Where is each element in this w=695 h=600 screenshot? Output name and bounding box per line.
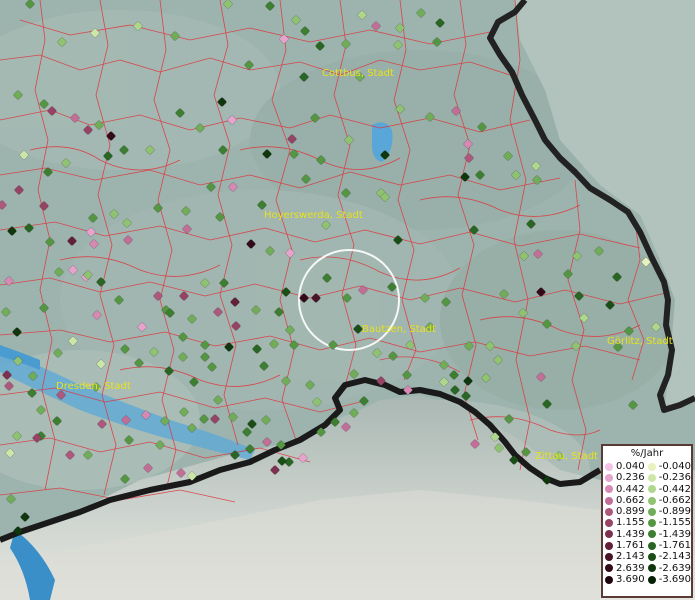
- legend-row: -1.761: [647, 540, 691, 552]
- legend-row: 0.662: [605, 495, 646, 506]
- legend-row: 0.899: [605, 506, 646, 517]
- legend-label: 2.143: [616, 551, 645, 563]
- legend-row: 0.040: [605, 461, 646, 472]
- legend-positive-column: 0.040 0.236 0.442 0.662 0.899 1.155 1.439 1.761…: [603, 461, 646, 585]
- legend-swatch: [647, 473, 656, 482]
- legend-label: 0.662: [616, 494, 645, 506]
- legend-row: -2.639: [647, 562, 691, 574]
- city-label-goerlitz: Görlitz, Stadt: [607, 336, 673, 347]
- legend-label: -3.690: [658, 573, 691, 585]
- legend-swatch: [647, 575, 656, 584]
- legend-row: 0.442: [605, 484, 646, 495]
- legend-row: -0.899: [647, 506, 691, 518]
- legend-label: -0.442: [658, 483, 691, 495]
- legend-swatch: [647, 541, 656, 550]
- legend-row: -3.690: [647, 573, 691, 585]
- city-label-dresden: Dresden, Stadt: [56, 381, 131, 392]
- legend-swatch: [647, 564, 656, 573]
- legend-label: 3.690: [616, 573, 645, 585]
- legend-row: -0.236: [647, 472, 691, 484]
- legend-label: 1.761: [616, 540, 645, 552]
- legend-swatch: [605, 541, 613, 550]
- city-label-bautzen: Bautzen, Stadt: [362, 324, 436, 335]
- legend-label: -0.040: [658, 461, 691, 472]
- legend-swatch: [647, 553, 656, 562]
- legend-label: -0.899: [658, 506, 691, 518]
- legend-label: 1.439: [616, 528, 645, 540]
- legend-label: -0.662: [658, 494, 691, 506]
- legend-negative-column: -0.040 -0.236 -0.442 -0.662 -0.899 -1.155 -1.4…: [646, 461, 691, 585]
- legend-swatch: [647, 507, 656, 516]
- legend-row: -0.662: [647, 494, 691, 506]
- legend-row: 1.761: [605, 540, 646, 551]
- legend-swatch: [605, 496, 613, 505]
- legend-label: 0.236: [616, 472, 645, 484]
- legend-swatch: [605, 462, 613, 471]
- legend-row: -2.143: [647, 551, 691, 563]
- legend-label: 0.899: [616, 506, 645, 518]
- legend-label: -0.236: [658, 472, 691, 484]
- legend-row: -1.155: [647, 517, 691, 529]
- legend-title: %/Jahr: [630, 448, 664, 459]
- legend-swatch: [605, 485, 613, 494]
- legend-label: -1.761: [658, 540, 691, 552]
- legend-swatch: [647, 519, 656, 528]
- map-legend: %/Jahr 0.040 0.236 0.442 0.662 0.899 1.155 1.4…: [601, 444, 693, 598]
- legend-row: 2.639: [605, 563, 646, 574]
- legend-row: 0.236: [605, 472, 646, 483]
- legend-row: -0.442: [647, 483, 691, 495]
- legend-row: -1.439: [647, 528, 691, 540]
- legend-swatch: [605, 530, 613, 539]
- legend-swatch: [647, 462, 656, 471]
- map-canvas[interactable]: Cottbus, Stadt Hoyerswerda, Stadt Bautze…: [0, 0, 695, 600]
- legend-label: 2.639: [616, 562, 645, 574]
- legend-label: -1.155: [658, 517, 691, 529]
- legend-label: 1.155: [616, 517, 645, 529]
- legend-row: 3.690: [605, 574, 646, 585]
- city-label-zittau: Zittau, Stadt: [535, 451, 598, 462]
- legend-swatch: [647, 485, 656, 494]
- legend-row: -0.040: [647, 461, 691, 472]
- legend-swatch: [605, 575, 613, 584]
- legend-swatch: [605, 553, 613, 562]
- legend-label: 0.442: [616, 483, 645, 495]
- legend-swatch: [605, 564, 613, 573]
- legend-swatch: [605, 473, 613, 482]
- city-label-cottbus: Cottbus, Stadt: [322, 68, 394, 79]
- legend-swatch: [647, 530, 656, 539]
- legend-swatch: [605, 519, 613, 528]
- legend-label: -2.143: [658, 551, 691, 563]
- legend-label: -1.439: [658, 528, 691, 540]
- legend-row: 2.143: [605, 551, 646, 562]
- city-label-hoyerswerda: Hoyerswerda, Stadt: [264, 210, 363, 221]
- legend-swatch: [605, 507, 613, 516]
- legend-label: -2.639: [658, 562, 691, 574]
- legend-label: 0.040: [616, 461, 645, 472]
- legend-row: 1.155: [605, 517, 646, 528]
- legend-row: 1.439: [605, 529, 646, 540]
- legend-swatch: [647, 496, 656, 505]
